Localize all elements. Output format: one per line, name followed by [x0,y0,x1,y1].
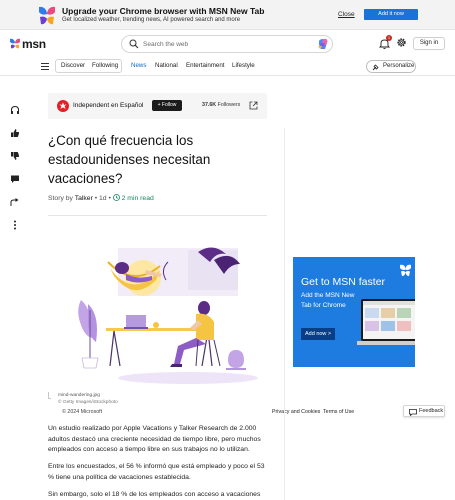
like-button[interactable] [7,125,23,141]
copyright-text: © 2024 Microsoft [62,409,103,415]
article-headline: ¿Con qué frecuencia los estadounidenses … [48,133,211,186]
thumbs-up-icon [11,129,20,137]
notification-badge: 1 [386,35,392,41]
msn-logo-text[interactable]: msn [22,37,46,51]
article-age: 1d [99,195,107,202]
banner-close-link[interactable]: Close [338,11,355,18]
laptop-screenshot-image [357,299,415,345]
headphones-icon [11,105,19,114]
clock-icon [112,194,120,201]
add-it-now-button[interactable]: Add it now [364,9,418,20]
feedback-icon [409,409,417,416]
followers-count: 37.6K Followers [202,102,240,108]
personalize-icon [372,64,379,71]
copilot-icon[interactable] [317,38,329,50]
nav-entertainment[interactable]: Entertainment [186,62,225,69]
notifications-button[interactable]: 1 [378,35,392,50]
independent-logo-icon[interactable] [57,100,69,112]
banner-subtitle: Get localized weather, trending news, AI… [62,17,241,23]
followers-label: Followers [217,102,241,108]
author-link[interactable]: Talker [75,195,93,202]
search-box[interactable] [121,35,333,53]
article-paragraph: Sin embargo, solo el 18 % de los emplead… [48,491,261,498]
search-icon [129,39,139,49]
publisher-name[interactable]: Independent en Español [73,102,143,109]
article-paragraph: Entre los encuestados, el 56 % informó q… [48,463,265,481]
msn-butterfly-logo [39,6,55,25]
feedback-button[interactable]: Feedback [403,405,445,417]
menu-icon[interactable] [41,63,49,70]
personalize-button[interactable]: Personalize [366,60,416,73]
nav-national[interactable]: National [155,62,178,69]
story-by-label: Story by [48,195,73,202]
banner-title: Upgrade your Chrome browser with MSN New… [62,6,265,16]
share-icon [10,198,19,206]
share-button[interactable] [7,194,23,210]
category-nav: Discover Following News National Enterta… [0,58,455,76]
sign-in-button[interactable]: Sign in [413,37,445,50]
follow-button[interactable]: + Follow [152,100,182,111]
ad-add-now-button[interactable]: Add now > [301,328,335,340]
dislike-button[interactable] [7,148,23,164]
image-filename: mind-wandering.jpg [58,393,100,398]
byline-divider [48,215,267,216]
image-credit: © Getty Images/iStockphoto [58,400,118,405]
privacy-link[interactable]: Privacy and Cookies [272,409,320,415]
byline-separator: • [108,195,111,202]
followers-number: 37.6K [202,102,217,108]
chrome-extension-ad[interactable]: Get to MSN faster Add the MSN New Tab fo… [293,257,415,367]
more-vertical-icon [14,220,16,230]
nav-following[interactable]: Following [92,62,118,69]
listen-button[interactable] [7,102,23,118]
article-hero-illustration[interactable] [48,240,267,388]
comment-button[interactable] [7,171,23,187]
search-input[interactable] [143,38,313,50]
open-external-icon[interactable] [249,101,258,110]
ad-title: Get to MSN faster [301,276,386,288]
terms-link[interactable]: Terms of Use [323,409,354,415]
thumbs-down-icon [11,152,20,160]
column-divider [284,128,285,500]
top-header: msn 1 Sign in [0,30,455,58]
article-byline: Story by Talker • 1d • 2 min read [48,194,154,202]
nav-discover[interactable]: Discover [61,62,85,69]
msn-logo-icon[interactable] [9,38,21,50]
read-time: 2 min read [121,195,154,202]
upgrade-banner: Upgrade your Chrome browser with MSN New… [0,0,455,30]
byline-separator: • [94,195,98,202]
msn-butterfly-logo [400,264,411,277]
settings-gear-icon[interactable] [396,37,407,48]
feedback-label: Feedback [419,408,444,414]
comment-icon [11,175,19,183]
publisher-card: Independent en Español + Follow 37.6K Fo… [48,93,267,119]
article-paragraph: Un estudio realizado por Apple Vacations… [48,425,261,453]
image-caption-marker [48,392,51,399]
more-options-button[interactable] [7,217,23,233]
ad-body: Add the MSN New Tab for Chrome [301,292,355,309]
nav-news[interactable]: News [131,62,146,69]
nav-lifestyle[interactable]: Lifestyle [232,62,255,69]
personalize-label: Personalize [383,63,415,69]
